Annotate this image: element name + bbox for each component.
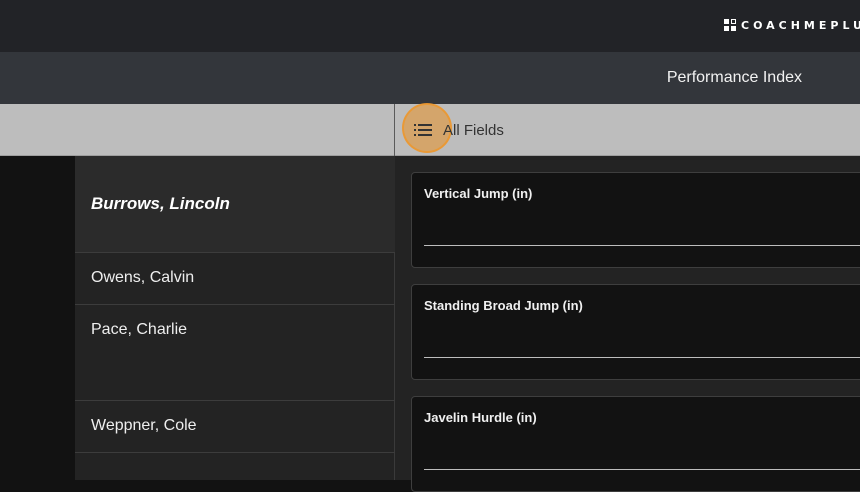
logo-mark-icon <box>724 19 736 31</box>
athlete-name: Burrows, Lincoln <box>91 194 230 213</box>
list-icon[interactable] <box>402 104 444 156</box>
left-gutter <box>0 156 75 480</box>
athlete-item-weppner-cole[interactable]: Weppner, Cole <box>75 401 395 453</box>
athlete-name: Weppner, Cole <box>91 417 197 434</box>
all-fields-filter-button[interactable]: All Fields <box>402 104 504 156</box>
athlete-item-burrows-lincoln[interactable]: Burrows, Lincoln <box>75 156 395 253</box>
field-label: Standing Broad Jump (in) <box>424 298 583 313</box>
app-top-bar: COACHMEPLUS <box>0 0 860 52</box>
athlete-name: Owens, Calvin <box>91 269 195 286</box>
brand-logo[interactable]: COACHMEPLUS <box>724 17 860 33</box>
field-card-standing-broad-jump: Standing Broad Jump (in) <box>411 284 860 380</box>
field-card-vertical-jump: Vertical Jump (in) <box>411 172 860 268</box>
standing-broad-jump-input[interactable] <box>424 321 860 358</box>
field-label: Javelin Hurdle (in) <box>424 410 537 425</box>
javelin-hurdle-input[interactable] <box>424 433 860 470</box>
vertical-jump-input[interactable] <box>424 209 860 246</box>
logo-text: COACHMEPLUS <box>741 18 860 32</box>
athlete-item-pace-charlie[interactable]: Pace, Charlie <box>75 305 395 401</box>
page-title: Performance Index <box>666 69 802 86</box>
filter-label: All Fields <box>443 121 504 139</box>
field-card-javelin-hurdle: Javelin Hurdle (in) <box>411 396 860 492</box>
performance-fields: Vertical Jump (in) Standing Broad Jump (… <box>395 156 860 492</box>
page-header: Performance Index <box>0 52 860 104</box>
filter-divider <box>394 104 395 156</box>
athlete-item-owens-calvin[interactable]: Owens, Calvin <box>75 253 395 305</box>
athlete-name: Pace, Charlie <box>91 321 188 338</box>
field-label: Vertical Jump (in) <box>424 186 533 201</box>
athlete-list: Burrows, Lincoln Owens, Calvin Pace, Cha… <box>75 156 395 480</box>
